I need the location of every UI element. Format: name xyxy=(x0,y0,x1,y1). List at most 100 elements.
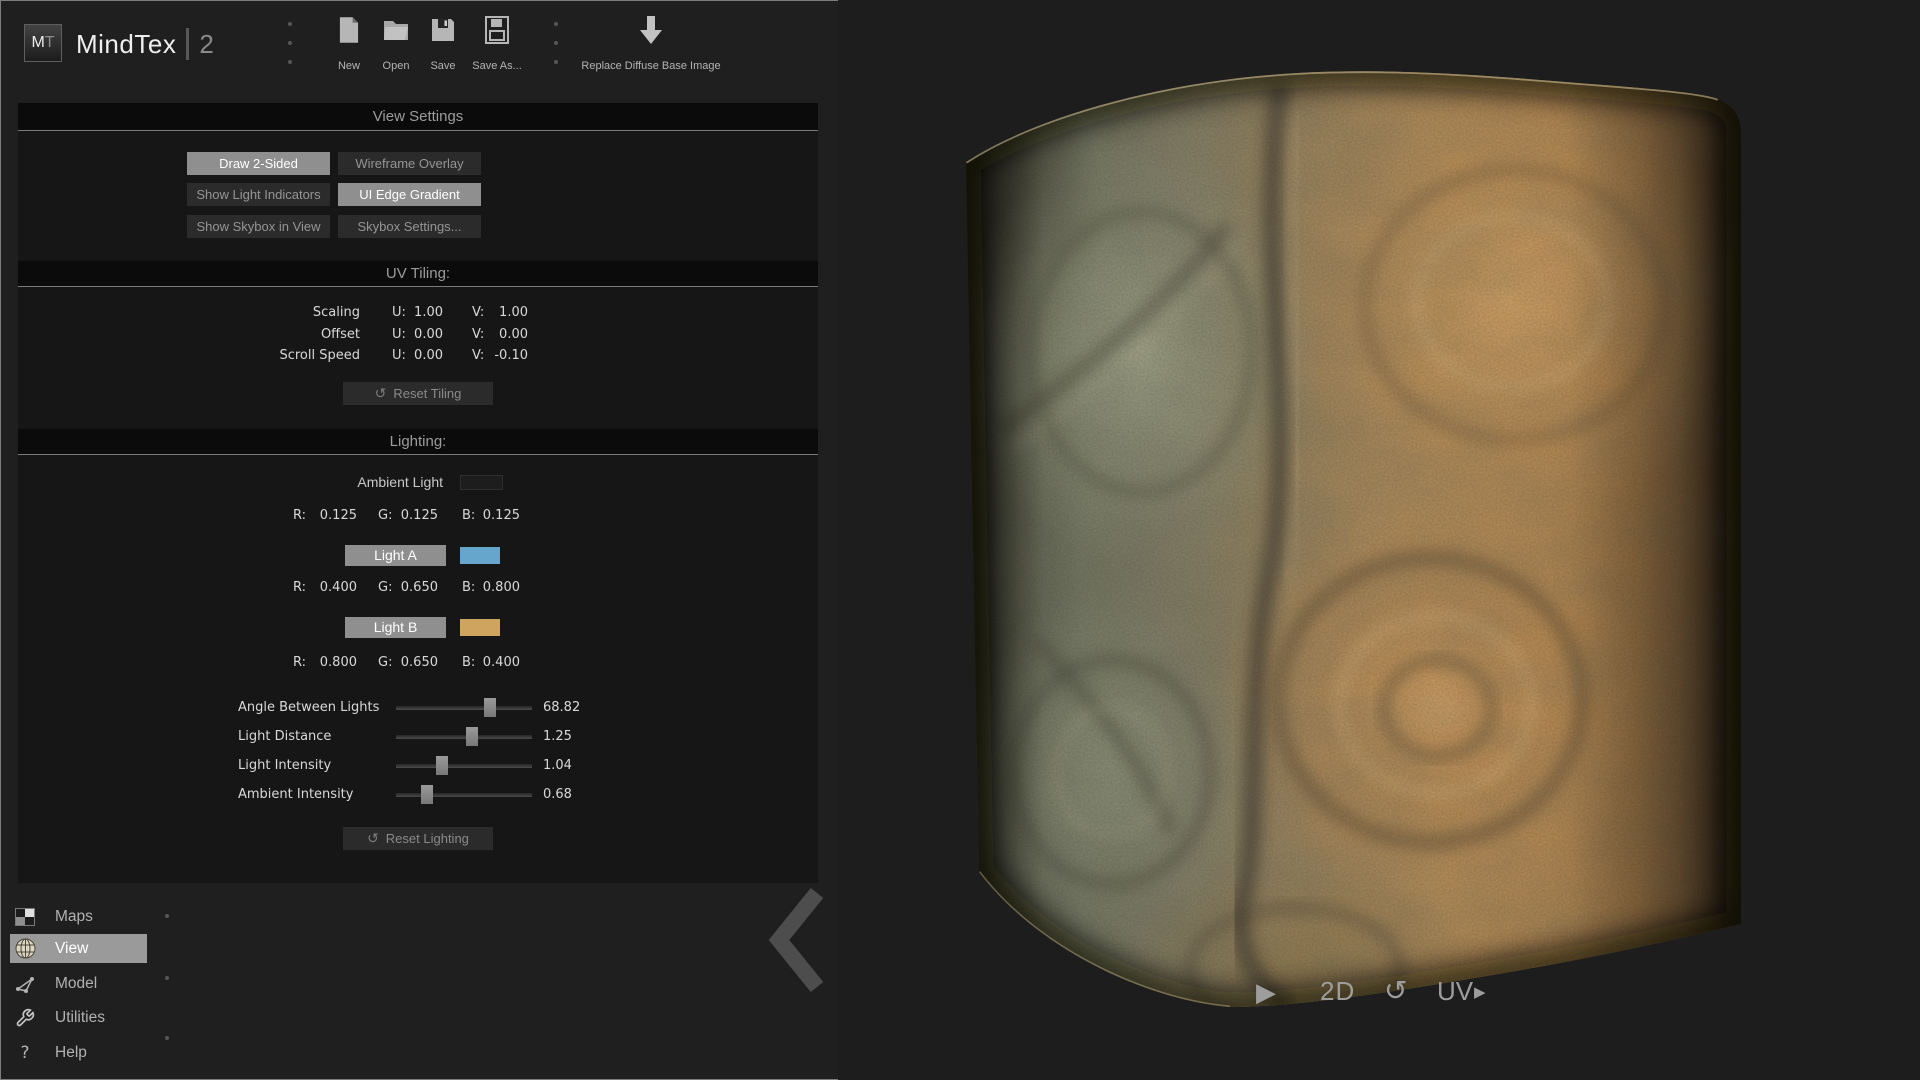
maps-icon xyxy=(14,908,36,926)
slider-label: Angle Between Lights xyxy=(238,700,379,715)
u-value[interactable]: 0.00 xyxy=(399,348,443,363)
2d-mode-button[interactable]: 2D xyxy=(1320,976,1355,1007)
light-a-button[interactable]: Light A xyxy=(345,545,446,566)
utilities-icon xyxy=(14,1008,36,1028)
uv-row-label: Scaling xyxy=(138,305,360,320)
uv-scaling-row: Scaling U: 1.00 V: 1.00 xyxy=(18,305,818,321)
toolbar-separator-dot xyxy=(554,60,558,64)
save-as-button[interactable]: Save As... xyxy=(462,14,532,72)
g-value[interactable]: 0.650 xyxy=(398,655,438,670)
view-settings-panel: View Settings Draw 2-Sided Wireframe Ove… xyxy=(18,103,818,883)
sidebar-item-label: View xyxy=(55,940,88,958)
light-b-rgb-row: R: 0.800 G: 0.650 B: 0.400 xyxy=(18,655,818,671)
slider-handle[interactable] xyxy=(421,785,433,804)
logo-letter-m: M xyxy=(31,34,44,51)
section-header-lighting: Lighting: xyxy=(18,429,818,455)
reset-lighting-button[interactable]: ↺ Reset Lighting xyxy=(343,827,493,850)
r-value[interactable]: 0.800 xyxy=(314,655,357,670)
reset-tiling-button[interactable]: ↺ Reset Tiling xyxy=(343,382,493,405)
uv-mode-button[interactable]: UV xyxy=(1437,976,1473,1007)
app-version: 2 xyxy=(199,29,213,60)
light-distance-slider[interactable] xyxy=(396,735,532,739)
ui-edge-gradient-button[interactable]: UI Edge Gradient xyxy=(338,183,481,206)
app-logo: MT xyxy=(24,24,62,62)
globe-icon xyxy=(14,938,36,959)
preview-3d-object[interactable] xyxy=(930,40,1760,1040)
toolbar-label: Save xyxy=(430,60,455,72)
sidebar-item-label: Maps xyxy=(55,908,93,926)
uv-arrow-icon[interactable]: ▶ xyxy=(1474,983,1486,1001)
collapse-panel-chevron-icon[interactable] xyxy=(765,885,835,995)
reset-tiling-label: Reset Tiling xyxy=(393,386,461,401)
v-value[interactable]: -0.10 xyxy=(478,348,528,363)
toolbar-separator-dot xyxy=(288,22,292,26)
sidebar-item-view[interactable]: View xyxy=(10,934,147,963)
section-header-uv-tiling: UV Tiling: xyxy=(18,261,818,287)
open-folder-icon xyxy=(383,14,409,46)
model-icon xyxy=(14,975,36,993)
ambient-light-swatch[interactable] xyxy=(460,475,503,490)
slider-label: Light Intensity xyxy=(238,758,331,773)
show-skybox-button[interactable]: Show Skybox in View xyxy=(187,215,330,238)
b-value[interactable]: 0.800 xyxy=(480,580,520,595)
r-value[interactable]: 0.400 xyxy=(314,580,357,595)
draw-2-sided-button[interactable]: Draw 2-Sided xyxy=(187,152,330,175)
toolbar-label: Replace Diffuse Base Image xyxy=(581,60,720,72)
u-value[interactable]: 1.00 xyxy=(399,305,443,320)
show-light-indicators-button[interactable]: Show Light Indicators xyxy=(187,183,330,206)
v-value[interactable]: 1.00 xyxy=(478,305,528,320)
light-intensity-slider[interactable] xyxy=(396,764,532,768)
reset-lighting-label: Reset Lighting xyxy=(386,831,469,846)
g-label: G: xyxy=(378,508,392,523)
title-divider xyxy=(186,28,189,60)
u-value[interactable]: 0.00 xyxy=(399,327,443,342)
reset-icon: ↺ xyxy=(367,831,379,847)
play-button[interactable]: ▶ xyxy=(1256,978,1276,1008)
toolbar-label: Open xyxy=(383,60,410,72)
r-value[interactable]: 0.125 xyxy=(314,508,357,523)
sidebar-item-utilities[interactable]: Utilities xyxy=(10,1003,147,1032)
slider-value: 1.04 xyxy=(543,758,572,773)
replace-diffuse-button[interactable]: Replace Diffuse Base Image xyxy=(566,14,736,72)
app-title: MindTex 2 xyxy=(76,24,214,64)
light-distance-row: Light Distance 1.25 xyxy=(18,729,818,745)
r-label: R: xyxy=(293,580,306,595)
sidebar-item-label: Help xyxy=(55,1044,87,1062)
slider-handle[interactable] xyxy=(484,698,496,717)
wireframe-overlay-button[interactable]: Wireframe Overlay xyxy=(338,152,481,175)
v-value[interactable]: 0.00 xyxy=(478,327,528,342)
logo-letter-t: T xyxy=(45,34,55,51)
toolbar-separator-dot xyxy=(288,41,292,45)
angle-between-lights-slider[interactable] xyxy=(396,706,532,710)
slider-label: Ambient Intensity xyxy=(238,787,353,802)
section-header-view-settings: View Settings xyxy=(18,103,818,131)
g-value[interactable]: 0.650 xyxy=(398,580,438,595)
slider-handle[interactable] xyxy=(436,756,448,775)
ambient-intensity-row: Ambient Intensity 0.68 xyxy=(18,787,818,803)
slider-handle[interactable] xyxy=(466,727,478,746)
b-label: B: xyxy=(462,580,475,595)
light-b-button[interactable]: Light B xyxy=(345,617,446,638)
light-b-color-swatch[interactable] xyxy=(460,619,500,636)
b-value[interactable]: 0.125 xyxy=(480,508,520,523)
r-label: R: xyxy=(293,655,306,670)
reset-rotation-button[interactable]: ↺ xyxy=(1384,974,1407,1007)
sidebar-item-model[interactable]: Model xyxy=(10,969,147,998)
sidebar-item-maps[interactable]: Maps xyxy=(10,902,147,931)
g-label: G: xyxy=(378,655,392,670)
light-a-color-swatch[interactable] xyxy=(460,547,500,564)
sidebar-item-help[interactable]: ? Help xyxy=(10,1038,147,1067)
ambient-intensity-slider[interactable] xyxy=(396,793,532,797)
uv-scroll-speed-row: Scroll Speed U: 0.00 V: -0.10 xyxy=(18,348,818,364)
b-label: B: xyxy=(462,655,475,670)
ambient-rgb-row: R: 0.125 G: 0.125 B: 0.125 xyxy=(18,508,818,524)
preview-viewport[interactable]: ▶ 2D ↺ UV ▶ xyxy=(838,0,1920,1080)
toolbar-separator-dot xyxy=(554,41,558,45)
nav-separator-dot xyxy=(165,1036,169,1040)
b-value[interactable]: 0.400 xyxy=(480,655,520,670)
g-value[interactable]: 0.125 xyxy=(398,508,438,523)
nav-separator-dot xyxy=(165,914,169,918)
light-intensity-row: Light Intensity 1.04 xyxy=(18,758,818,774)
skybox-settings-button[interactable]: Skybox Settings... xyxy=(338,215,481,238)
b-label: B: xyxy=(462,508,475,523)
